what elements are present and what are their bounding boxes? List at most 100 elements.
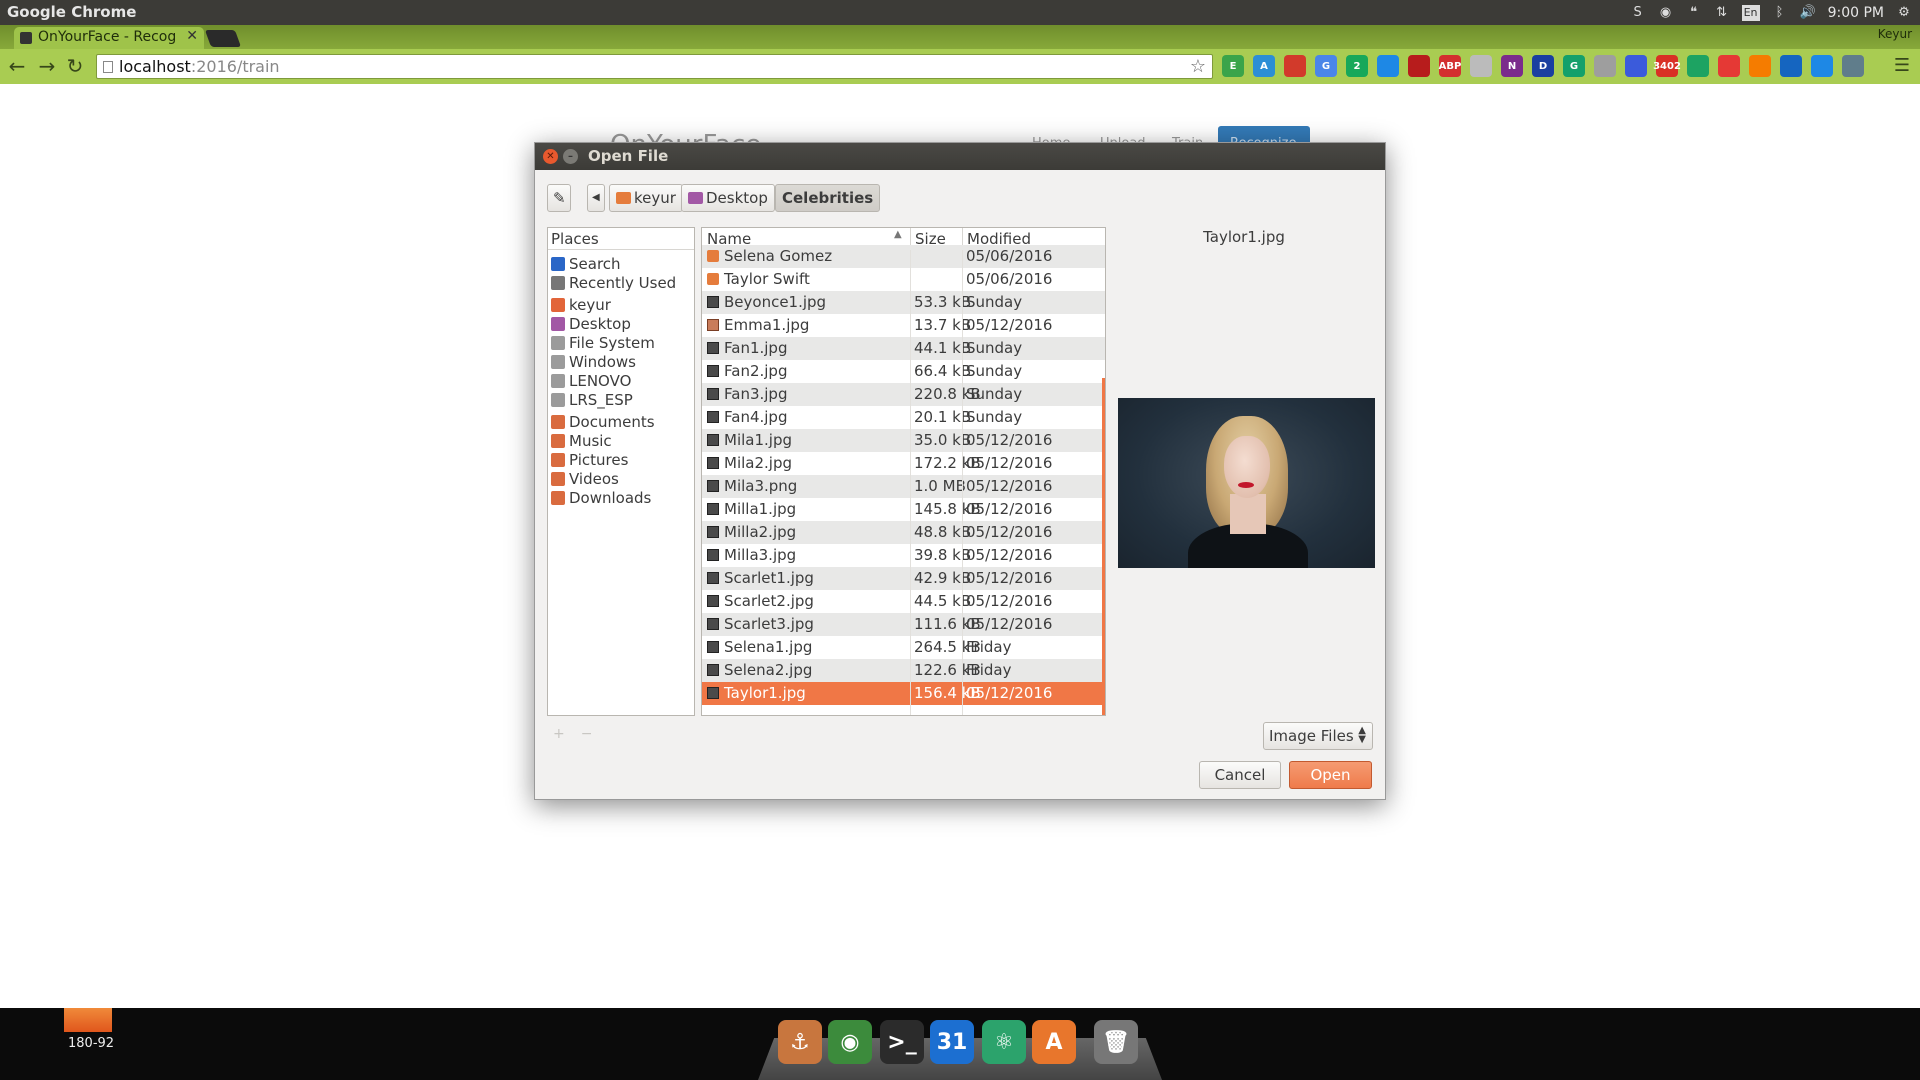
file-row[interactable]: Milla2.jpg 48.8 kB 05/12/2016: [702, 521, 1105, 544]
carrot-icon[interactable]: [1749, 55, 1771, 77]
pin-icon[interactable]: [1780, 55, 1802, 77]
places-item[interactable]: Downloads: [551, 489, 651, 507]
pocket-icon[interactable]: [1718, 55, 1740, 77]
file-type-filter-select[interactable]: Image Files ▲ ▼: [1263, 722, 1373, 750]
d-circle-icon[interactable]: D: [1532, 55, 1554, 77]
file-row[interactable]: Scarlet3.jpg 111.6 kB 05/12/2016: [702, 613, 1105, 636]
places-item[interactable]: keyur: [551, 296, 611, 314]
file-modified: Friday: [966, 638, 1012, 656]
calendar-app-icon[interactable]: 31: [930, 1020, 974, 1064]
chrome-menu-icon[interactable]: ☰: [1894, 55, 1910, 76]
reload-icon[interactable]: ↻: [64, 55, 86, 77]
file-list-scrollbar[interactable]: [1102, 378, 1105, 715]
file-modified: 05/12/2016: [966, 431, 1053, 449]
clock[interactable]: 9:00 PM: [1828, 5, 1884, 21]
hat-icon[interactable]: [1408, 55, 1430, 77]
path-button-desktop[interactable]: Desktop: [681, 184, 775, 212]
places-item[interactable]: Recently Used: [551, 274, 676, 292]
software-center-app-icon[interactable]: A: [1032, 1020, 1076, 1064]
forward-arrow-icon[interactable]: →: [36, 55, 58, 77]
path-button-keyur[interactable]: keyur: [609, 184, 683, 212]
keyboard-layout-indicator[interactable]: En: [1741, 4, 1760, 21]
drive-icon: [551, 393, 565, 407]
gmail-icon[interactable]: 3402: [1653, 55, 1681, 77]
translate-a-icon[interactable]: A: [1253, 55, 1275, 77]
file-row[interactable]: Selena1.jpg 264.5 kB Friday: [702, 636, 1105, 659]
type-location-button[interactable]: ✎: [547, 184, 571, 212]
file-row[interactable]: Scarlet2.jpg 44.5 kB 05/12/2016: [702, 590, 1105, 613]
path-scroll-left-button[interactable]: ◀: [587, 184, 605, 212]
adblock-icon[interactable]: ABP: [1439, 55, 1461, 77]
path-label: Celebrities: [782, 189, 874, 207]
file-row[interactable]: Fan2.jpg 66.4 kB Sunday: [702, 360, 1105, 383]
google-translate-icon[interactable]: G: [1315, 55, 1337, 77]
grammarly-icon[interactable]: G: [1563, 55, 1585, 77]
places-item[interactable]: Search: [551, 255, 621, 273]
close-tab-icon[interactable]: ✕: [186, 28, 198, 44]
close-dialog-icon[interactable]: ✕: [543, 149, 558, 164]
file-row[interactable]: Milla3.jpg 39.8 kB 05/12/2016: [702, 544, 1105, 567]
atom-app-icon[interactable]: ⚛: [982, 1020, 1026, 1064]
anchor-app-icon[interactable]: ⚓: [778, 1020, 822, 1064]
cancel-button[interactable]: Cancel: [1199, 761, 1281, 789]
workspace-thumbnail[interactable]: [64, 1008, 112, 1032]
file-row-selected[interactable]: Taylor1.jpg 156.4 kB 05/12/2016: [702, 682, 1105, 705]
file-row[interactable]: Mila2.jpg 172.2 kB 05/12/2016: [702, 452, 1105, 475]
calendar-ext-icon[interactable]: [1377, 55, 1399, 77]
chrome-profile-name[interactable]: Keyur: [1878, 27, 1912, 41]
bluetooth-icon[interactable]: ᛒ: [1772, 5, 1788, 21]
path-button-celebrities[interactable]: Celebrities: [775, 184, 881, 212]
chrome-app-icon[interactable]: ◉: [828, 1020, 872, 1064]
file-row[interactable]: Fan3.jpg 220.8 kB Sunday: [702, 383, 1105, 406]
file-row[interactable]: Fan1.jpg 44.1 kB Sunday: [702, 337, 1105, 360]
places-item[interactable]: File System: [551, 334, 655, 352]
file-row[interactable]: Taylor Swift 05/06/2016: [702, 268, 1105, 291]
tab-onyourface[interactable]: OnYourFace - Recog ✕: [14, 27, 204, 49]
skype-tray-icon[interactable]: S: [1630, 5, 1646, 21]
places-item[interactable]: Documents: [551, 413, 655, 431]
places-item[interactable]: Windows: [551, 353, 636, 371]
file-row[interactable]: Selena2.jpg 122.6 kB Friday: [702, 659, 1105, 682]
places-item-label: Desktop: [569, 315, 631, 333]
stack-icon[interactable]: [1625, 55, 1647, 77]
telegram-icon[interactable]: [1811, 55, 1833, 77]
chrome-tray-icon[interactable]: ◉: [1658, 5, 1674, 21]
puzzle-icon[interactable]: [1470, 55, 1492, 77]
bookmark-red-icon[interactable]: [1284, 55, 1306, 77]
terminal-app-icon[interactable]: >_: [880, 1020, 924, 1064]
places-item[interactable]: Videos: [551, 470, 619, 488]
drive-icon[interactable]: [1687, 55, 1709, 77]
volume-icon[interactable]: 🔊: [1799, 5, 1815, 21]
screenshot-icon[interactable]: [1842, 55, 1864, 77]
file-row[interactable]: Mila1.jpg 35.0 kB 05/12/2016: [702, 429, 1105, 452]
file-row[interactable]: Scarlet1.jpg 42.9 kB 05/12/2016: [702, 567, 1105, 590]
gray-dot-icon[interactable]: [1594, 55, 1616, 77]
places-item[interactable]: Desktop: [551, 315, 631, 333]
trash-app-icon[interactable]: 🗑: [1094, 1020, 1138, 1064]
hangouts-icon[interactable]: 2: [1346, 55, 1368, 77]
file-row[interactable]: Emma1.jpg 13.7 kB 05/12/2016: [702, 314, 1105, 337]
file-row[interactable]: Beyonce1.jpg 53.3 kB Sunday: [702, 291, 1105, 314]
settings-gear-icon[interactable]: ⚙: [1896, 5, 1912, 21]
places-item[interactable]: LRS_ESP: [551, 391, 633, 409]
add-bookmark-icon[interactable]: +: [553, 726, 581, 742]
file-row[interactable]: Mila3.png 1.0 MB 05/12/2016: [702, 475, 1105, 498]
back-arrow-icon[interactable]: ←: [6, 55, 28, 77]
open-button[interactable]: Open: [1289, 761, 1372, 789]
places-item[interactable]: Pictures: [551, 451, 628, 469]
file-row[interactable]: Selena Gomez 05/06/2016: [702, 245, 1105, 268]
places-item[interactable]: LENOVO: [551, 372, 631, 390]
new-tab-button[interactable]: [204, 30, 242, 47]
hangouts-tray-icon[interactable]: ❝: [1686, 5, 1702, 21]
address-bar[interactable]: localhost:2016/train ☆: [96, 54, 1213, 79]
remove-bookmark-icon[interactable]: −: [581, 726, 609, 742]
evernote-icon[interactable]: E: [1222, 55, 1244, 77]
minimize-dialog-icon[interactable]: –: [563, 149, 578, 164]
onenote-icon[interactable]: N: [1501, 55, 1523, 77]
bookmark-star-icon[interactable]: ☆: [1190, 56, 1206, 77]
file-row[interactable]: Fan4.jpg 20.1 kB Sunday: [702, 406, 1105, 429]
places-item[interactable]: Music: [551, 432, 612, 450]
network-icon[interactable]: ⇅: [1714, 5, 1730, 21]
file-name: Fan2.jpg: [724, 362, 788, 380]
file-row[interactable]: Milla1.jpg 145.8 kB 05/12/2016: [702, 498, 1105, 521]
